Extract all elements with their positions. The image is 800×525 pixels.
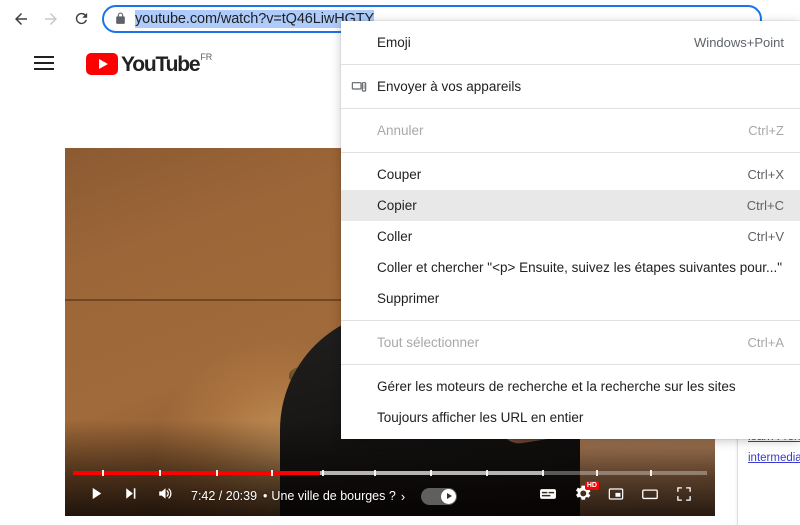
menu-item[interactable]: Gérer les moteurs de recherche et la rec… bbox=[341, 371, 800, 402]
menu-item-shortcut: Ctrl+V bbox=[747, 229, 784, 244]
menu-item-label: Supprimer bbox=[377, 291, 440, 306]
menu-item-label: Copier bbox=[377, 198, 417, 213]
youtube-country-code: FR bbox=[200, 52, 213, 62]
fullscreen-icon bbox=[674, 484, 694, 509]
menu-item-label: Annuler bbox=[377, 123, 424, 138]
menu-item-label: Envoyer à vos appareils bbox=[377, 79, 522, 94]
volume-button[interactable] bbox=[147, 479, 181, 513]
menu-item: Tout sélectionner Ctrl+A bbox=[341, 327, 800, 358]
reload-button[interactable] bbox=[66, 4, 96, 34]
volume-icon bbox=[155, 484, 174, 508]
chapter-chevron-icon[interactable]: › bbox=[401, 489, 405, 504]
menu-item-label: Coller bbox=[377, 229, 413, 244]
next-video-icon bbox=[122, 485, 139, 507]
menu-item[interactable]: Toujours afficher les URL en entier bbox=[341, 402, 800, 433]
reload-icon bbox=[73, 10, 90, 27]
fullscreen-button[interactable] bbox=[667, 479, 701, 513]
youtube-wordmark: YouTube bbox=[121, 53, 201, 76]
menu-separator bbox=[341, 364, 800, 365]
menu-separator bbox=[341, 320, 800, 321]
browser-window: youtube.com/watch?v=tQ46LiwHGTY YouTube … bbox=[0, 0, 800, 525]
menu-item[interactable]: Coller Ctrl+V bbox=[341, 221, 800, 252]
menu-item-label: Toujours afficher les URL en entier bbox=[377, 410, 584, 425]
theater-mode-icon bbox=[640, 484, 660, 509]
youtube-logo[interactable]: YouTube FR bbox=[86, 51, 212, 75]
chapter-separator: • bbox=[263, 489, 268, 503]
subtitles-icon bbox=[537, 483, 559, 510]
control-bar: 7:42 / 20:39 • Une ville de bourges ? › bbox=[65, 476, 715, 516]
menu-item[interactable]: Emoji Windows+Point bbox=[341, 27, 800, 58]
context-menu: Emoji Windows+Point Envoyer à vos appareil… bbox=[341, 21, 800, 439]
url-text[interactable]: youtube.com/watch?v=tQ46LiwHGTY bbox=[135, 9, 374, 28]
chapter-title[interactable]: Une ville de bourges ? bbox=[271, 489, 395, 503]
play-button[interactable] bbox=[79, 479, 113, 513]
menu-item: Annuler Ctrl+Z bbox=[341, 115, 800, 146]
hamburger-menu-icon[interactable] bbox=[34, 51, 58, 75]
menu-item-shortcut: Ctrl+C bbox=[746, 198, 784, 213]
menu-item[interactable]: Supprimer bbox=[341, 283, 800, 314]
menu-item-label: Coller et chercher "<p> Ensuite, suivez … bbox=[377, 260, 783, 275]
menu-separator bbox=[341, 108, 800, 109]
quality-badge: HD bbox=[584, 481, 599, 490]
progress-played bbox=[73, 471, 321, 475]
youtube-play-icon bbox=[86, 53, 118, 75]
progress-bar[interactable] bbox=[73, 470, 707, 476]
next-video-button[interactable] bbox=[113, 479, 147, 513]
forward-arrow-icon bbox=[42, 10, 60, 28]
subtitles-button[interactable] bbox=[531, 479, 565, 513]
play-icon bbox=[88, 485, 105, 507]
menu-item[interactable]: Envoyer à vos appareils bbox=[341, 71, 800, 102]
time-display: 7:42 / 20:39 bbox=[191, 489, 258, 503]
menu-item-label: Couper bbox=[377, 167, 422, 182]
menu-item-label: Gérer les moteurs de recherche et la rec… bbox=[377, 379, 736, 394]
settings-button[interactable]: HD bbox=[565, 479, 599, 513]
menu-item-shortcut: Windows+Point bbox=[694, 35, 784, 50]
menu-separator bbox=[341, 152, 800, 153]
menu-separator bbox=[341, 64, 800, 65]
autoplay-toggle[interactable] bbox=[421, 487, 458, 505]
menu-item[interactable]: Couper Ctrl+X bbox=[341, 159, 800, 190]
menu-item-label: Tout sélectionner bbox=[377, 335, 480, 350]
keyword-link[interactable]: intermedia bbox=[748, 452, 800, 464]
menu-item-shortcut: Ctrl+A bbox=[747, 335, 784, 350]
devices-icon bbox=[341, 79, 377, 95]
menu-item-shortcut: Ctrl+Z bbox=[748, 123, 784, 138]
back-button[interactable] bbox=[6, 4, 36, 34]
miniplayer-button[interactable] bbox=[599, 479, 633, 513]
back-arrow-icon bbox=[12, 10, 30, 28]
lock-icon bbox=[114, 12, 127, 25]
menu-item-label: Emoji bbox=[377, 35, 411, 50]
menu-item[interactable]: Copier Ctrl+C bbox=[341, 190, 800, 221]
miniplayer-icon bbox=[606, 484, 626, 509]
menu-item-shortcut: Ctrl+X bbox=[747, 167, 784, 182]
forward-button[interactable] bbox=[36, 4, 66, 34]
menu-item[interactable]: Coller et chercher "<p> Ensuite, suivez … bbox=[341, 252, 800, 283]
theater-mode-button[interactable] bbox=[633, 479, 667, 513]
